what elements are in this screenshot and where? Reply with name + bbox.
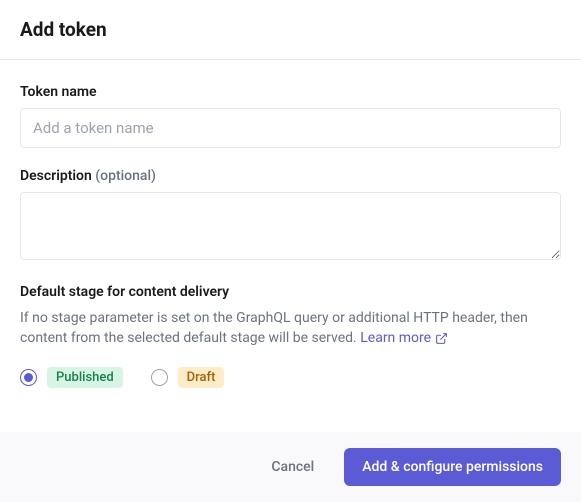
dialog-header: Add token [0,0,581,60]
token-name-input[interactable] [20,108,561,148]
description-label: Description (optional) [20,168,561,184]
stage-radio-group: Published Draft [20,367,561,388]
default-stage-label: Default stage for content delivery [20,284,561,300]
token-name-field: Token name [20,84,561,148]
description-input[interactable] [20,192,561,260]
help-text-content: If no stage parameter is set on the Grap… [20,310,528,346]
published-badge: Published [47,367,123,388]
optional-hint: (optional) [95,168,156,184]
token-name-label: Token name [20,84,561,100]
default-stage-help: If no stage parameter is set on the Grap… [20,308,561,349]
learn-more-text: Learn more [360,328,431,348]
cancel-button[interactable]: Cancel [253,448,332,486]
radio-icon [20,369,37,386]
description-field: Description (optional) [20,168,561,264]
submit-button[interactable]: Add & configure permissions [344,448,561,486]
default-stage-field: Default stage for content delivery If no… [20,284,561,388]
description-label-text: Description [20,168,92,184]
dialog-title: Add token [20,18,561,41]
stage-option-draft[interactable]: Draft [151,367,225,388]
dialog-content: Token name Description (optional) Defaul… [0,60,581,432]
external-link-icon [435,332,448,345]
stage-option-published[interactable]: Published [20,367,123,388]
radio-icon [151,369,168,386]
learn-more-link[interactable]: Learn more [360,328,448,348]
draft-badge: Draft [178,367,225,388]
dialog-footer: Cancel Add & configure permissions [0,432,581,502]
